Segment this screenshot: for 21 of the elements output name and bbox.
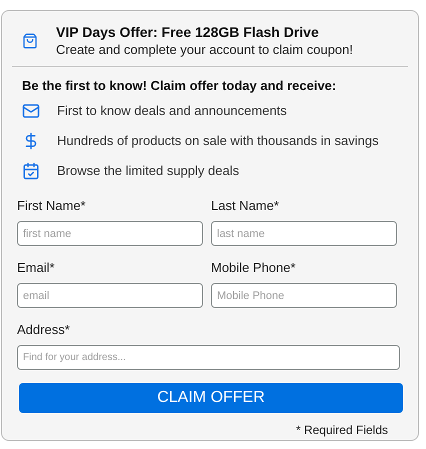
claim-offer-button[interactable]: CLAIM OFFER: [19, 383, 403, 413]
input-field[interactable]: first name: [17, 221, 203, 246]
input-field[interactable]: last name: [211, 221, 397, 246]
benefit-text: First to know deals and announcements: [57, 103, 287, 119]
field-label: Last Name*: [211, 198, 280, 214]
benefit-text: Browse the limited supply deals: [57, 163, 240, 179]
required-note: * Required Fields: [296, 422, 388, 439]
field-label: Mobile Phone*: [211, 260, 297, 276]
offer-title: VIP Days Offer: Free 128GB Flash Drive: [56, 24, 320, 41]
field-label: Email*: [17, 260, 56, 276]
field-label: Address*: [17, 322, 71, 338]
field-label: First Name*: [17, 198, 87, 214]
input-field[interactable]: Mobile Phone: [211, 283, 397, 308]
input-field[interactable]: email: [17, 283, 203, 308]
offer-subtitle: Create and complete your account to claim coupon!: [56, 41, 354, 58]
benefit-text: Hundreds of products on sale with thousands in savings: [57, 133, 379, 149]
calendar-icon: [22, 162, 40, 180]
mail-icon: [22, 102, 40, 120]
benefits-heading: Be the first to know! Claim offer today and receive:: [22, 78, 338, 94]
input-field[interactable]: Find for your address...: [17, 345, 400, 370]
bag-icon: [22, 33, 38, 49]
